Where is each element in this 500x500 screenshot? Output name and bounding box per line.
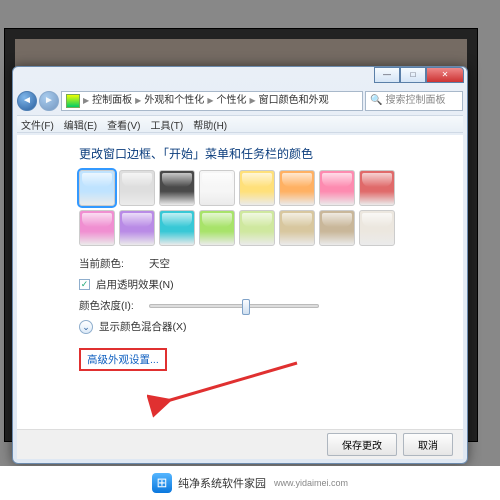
breadcrumb-item[interactable]: 窗口颜色和外观	[259, 92, 329, 110]
search-icon: 🔍	[370, 92, 382, 110]
chevron-right-icon: ▶	[207, 92, 213, 110]
color-swatch[interactable]	[319, 210, 355, 246]
slider-thumb[interactable]	[242, 299, 250, 315]
breadcrumb-item[interactable]: 控制面板	[92, 92, 132, 110]
search-input[interactable]: 🔍 搜索控制面板	[365, 91, 463, 111]
watermark-logo-icon: ⊞	[152, 473, 172, 493]
breadcrumb-item[interactable]: 外观和个性化	[144, 92, 204, 110]
nav-back-button[interactable]: ◄	[17, 91, 37, 111]
current-color-value: 天空	[149, 256, 170, 271]
watermark-url: www.yidaimei.com	[274, 478, 348, 488]
breadcrumb[interactable]: ▶ 控制面板 ▶ 外观和个性化 ▶ 个性化 ▶ 窗口颜色和外观	[61, 91, 363, 111]
control-panel-icon	[66, 94, 80, 108]
current-color-label: 当前颜色:	[79, 256, 143, 271]
color-swatch[interactable]	[359, 170, 395, 206]
color-swatch[interactable]	[279, 210, 315, 246]
color-swatch[interactable]	[199, 170, 235, 206]
page-title: 更改窗口边框、「开始」菜单和任务栏的颜色	[79, 145, 453, 162]
intensity-slider[interactable]	[149, 304, 319, 308]
cancel-button[interactable]: 取消	[403, 433, 453, 456]
menubar: 文件(F) 编辑(E) 查看(V) 工具(T) 帮助(H)	[17, 115, 463, 133]
menu-tools[interactable]: 工具(T)	[150, 117, 183, 132]
mixer-toggle-label[interactable]: 显示颜色混合器(X)	[99, 319, 187, 334]
color-swatch[interactable]	[159, 170, 195, 206]
watermark-name: 纯净系统软件家园	[178, 475, 266, 491]
maximize-button[interactable]: □	[400, 67, 426, 83]
menu-view[interactable]: 查看(V)	[107, 117, 140, 132]
chevron-down-icon[interactable]: ⌄	[79, 320, 93, 334]
nav-forward-button[interactable]: ►	[39, 91, 59, 111]
color-swatch[interactable]	[119, 210, 155, 246]
window: — □ ✕ ◄ ► ▶ 控制面板 ▶ 外观和个性化 ▶ 个性化 ▶ 窗口颜色和外…	[12, 66, 468, 464]
color-swatch[interactable]	[359, 210, 395, 246]
color-swatch[interactable]	[239, 210, 275, 246]
color-swatch[interactable]	[119, 170, 155, 206]
transparency-label: 启用透明效果(N)	[96, 277, 174, 292]
breadcrumb-item[interactable]: 个性化	[216, 92, 246, 110]
chevron-right-icon: ▶	[249, 92, 255, 110]
content-area: 更改窗口边框、「开始」菜单和任务栏的颜色 当前颜色: 天空 ✓ 启用透明效果(N…	[17, 135, 463, 459]
color-swatch[interactable]	[199, 210, 235, 246]
titlebar: — □ ✕	[13, 67, 467, 89]
search-placeholder: 搜索控制面板	[385, 92, 445, 110]
menu-file[interactable]: 文件(F)	[21, 117, 54, 132]
color-swatch[interactable]	[79, 170, 115, 206]
close-button[interactable]: ✕	[426, 67, 464, 83]
color-swatch[interactable]	[279, 170, 315, 206]
save-button[interactable]: 保存更改	[327, 433, 397, 456]
transparency-checkbox[interactable]: ✓	[79, 279, 90, 290]
color-swatch[interactable]	[79, 210, 115, 246]
watermark-bar: ⊞ 纯净系统软件家园 www.yidaimei.com	[0, 466, 500, 500]
chevron-right-icon: ▶	[135, 92, 141, 110]
color-swatch-grid	[79, 170, 453, 246]
minimize-button[interactable]: —	[374, 67, 400, 83]
callout-highlight: 高级外观设置...	[79, 348, 167, 371]
menu-edit[interactable]: 编辑(E)	[64, 117, 97, 132]
intensity-label: 颜色浓度(I):	[79, 298, 143, 313]
advanced-appearance-link[interactable]: 高级外观设置...	[87, 354, 159, 366]
color-swatch[interactable]	[319, 170, 355, 206]
menu-help[interactable]: 帮助(H)	[193, 117, 227, 132]
color-swatch[interactable]	[239, 170, 275, 206]
dialog-button-row: 保存更改 取消	[17, 429, 463, 459]
chevron-right-icon: ▶	[83, 92, 89, 110]
color-swatch[interactable]	[159, 210, 195, 246]
